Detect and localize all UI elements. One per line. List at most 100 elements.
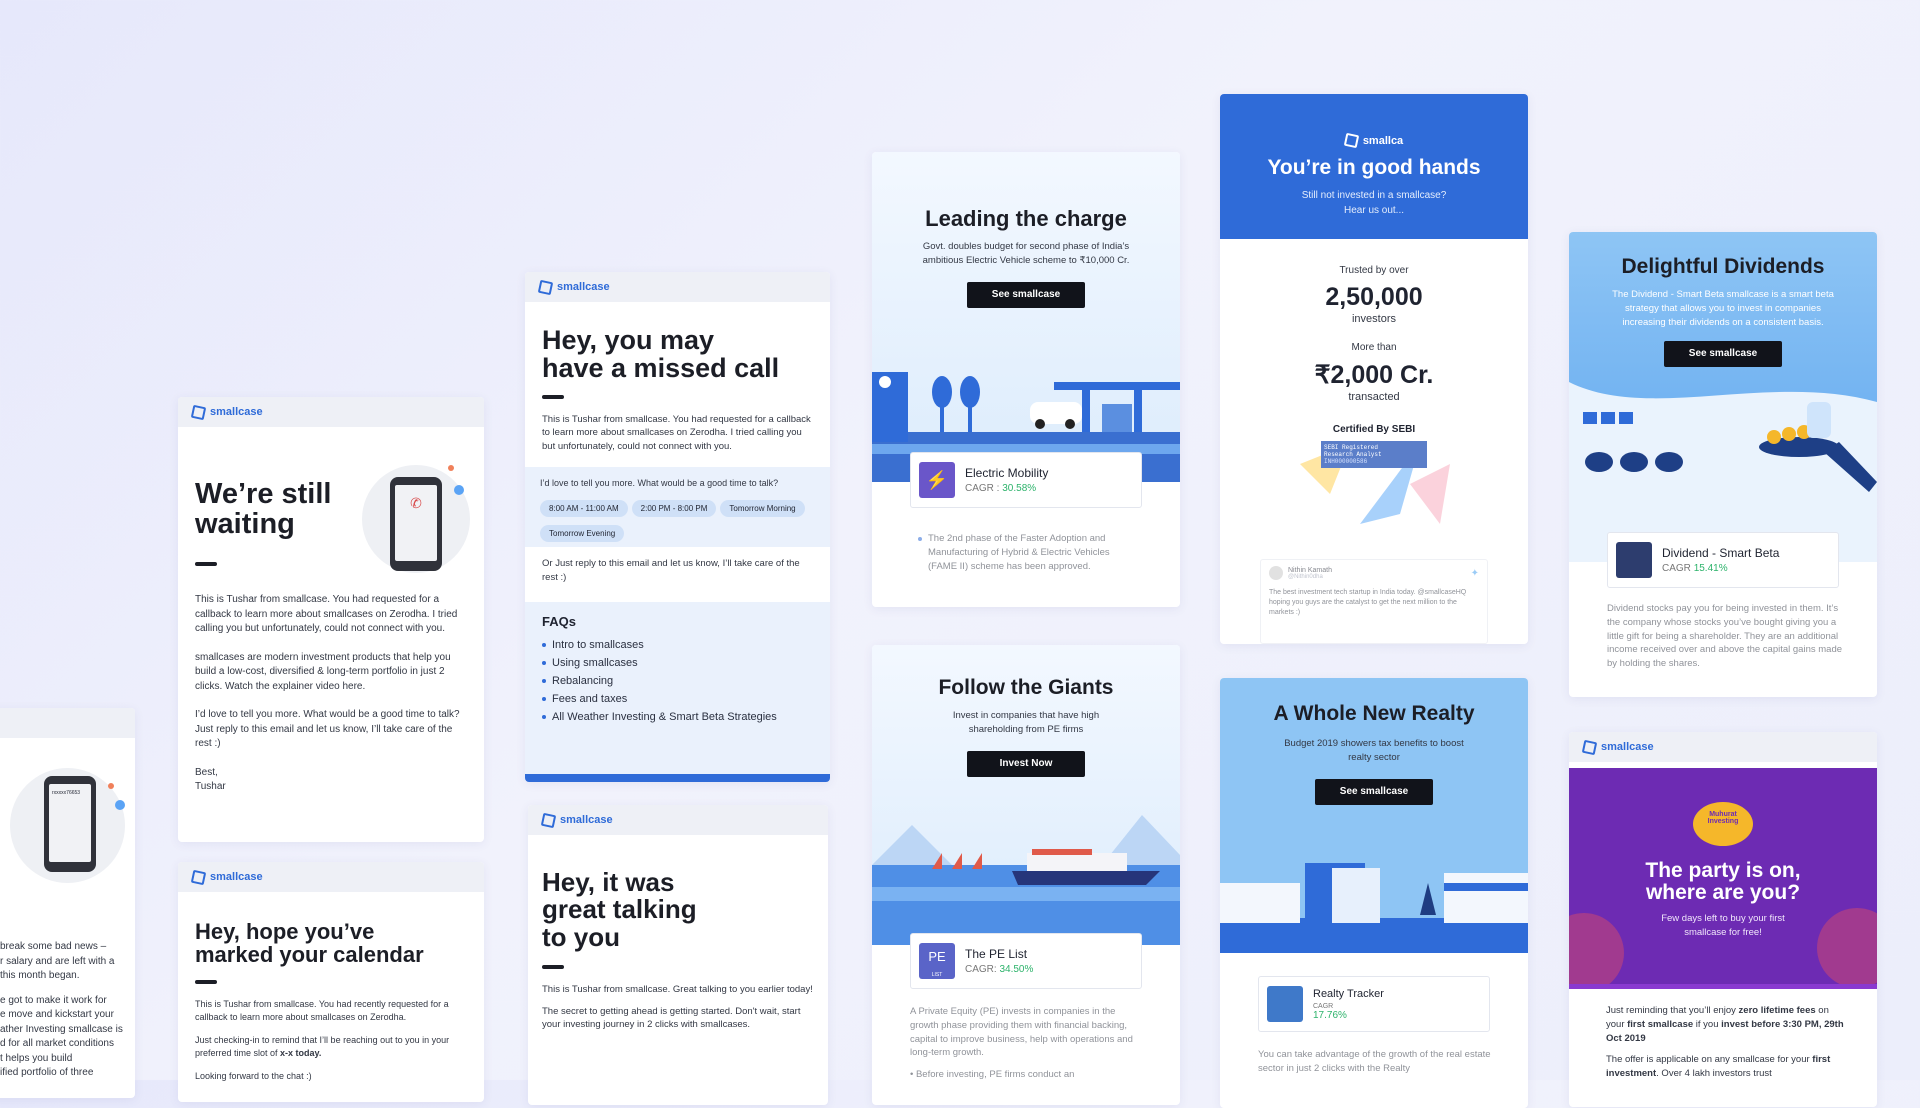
email-card-still-waiting: smallcase We’re still waiting ✆ This is T… (178, 397, 484, 842)
hero-banner: Muhurat Investing The party is on, where a… (1569, 768, 1877, 984)
faq-item[interactable]: Using smallcases (542, 657, 813, 669)
see-smallcase-button[interactable]: See smallcase (1664, 341, 1782, 368)
hero-banner: smallca You’re in good hands Still not i… (1220, 94, 1528, 239)
stat-label: investors (1351, 312, 1397, 325)
phone-illustration: rxxxxx76653 (10, 768, 125, 883)
email-card-electric-mobility: Leading the charge Govt. doubles budget … (872, 152, 1180, 607)
dividend-thumbnail (1616, 542, 1652, 578)
email-paragraph: Just checking-in to remind that I’ll be … (195, 1035, 450, 1059)
faq-item[interactable]: All Weather Investing & Smart Beta Strat… (542, 711, 813, 723)
email-paragraph: This is Tushar from smallcase. Great tal… (542, 983, 813, 995)
body-text: You can take advantage of the growth of … (1258, 1049, 1491, 1074)
product-name: Dividend - Smart Beta (1662, 546, 1780, 560)
city-illustration (1220, 863, 1528, 953)
muhurat-badge: Muhurat Investing (1693, 802, 1753, 846)
tweet-card: Nithin Kamath @Nithin0dha ✦ The best inve… (1260, 559, 1488, 644)
faq-item[interactable]: Fees and taxes (542, 693, 813, 705)
smallcase-logo: smallcase (190, 404, 263, 420)
avatar (1269, 566, 1283, 580)
email-paragraph: Just reminding that you’ll enjoy zero li… (1606, 1005, 1844, 1044)
hero-banner: A Whole New Realty Budget 2019 showers t… (1220, 678, 1528, 953)
accent-circle (1817, 908, 1877, 984)
logo-icon (190, 869, 207, 885)
ship-illustration (872, 815, 1180, 945)
card-header: smallcase (528, 805, 828, 835)
email-title: You’re in good hands (1267, 156, 1481, 179)
email-card-good-hands: smallca You’re in good hands Still not i… (1220, 94, 1528, 644)
stat-label: transacted (1348, 390, 1400, 403)
faq-title: FAQs (542, 614, 576, 629)
realty-thumbnail (1267, 986, 1303, 1022)
phone-icon: ✆ (390, 477, 442, 571)
hero-subtitle: The Dividend - Smart Beta smallcase is a… (1612, 289, 1834, 328)
email-title: Hey, you may have a missed call (542, 325, 780, 384)
bolt-icon: ⚡ (919, 462, 955, 498)
see-smallcase-button[interactable]: See smallcase (1315, 778, 1433, 805)
accent-dot (115, 800, 125, 810)
email-card-missed-call: smallcase Hey, you may have a missed call… (525, 272, 830, 782)
certified-label: Certified By SEBI (1332, 424, 1416, 435)
product-name: The PE List (965, 947, 1028, 961)
email-card-pe-list: Follow the Giants Invest in companies th… (872, 645, 1180, 1105)
smallcase-product-card[interactable]: PE LIST The PE List CAGR: 34.50% (910, 933, 1142, 989)
time-slot-pill[interactable]: 2:00 PM - 8:00 PM (631, 500, 717, 518)
tweet-text: The best investment tech startup in Indi… (1269, 589, 1467, 617)
hero-subtitle: Budget 2019 showers tax benefits to boos… (1284, 738, 1464, 763)
body-line: this month began. (0, 970, 80, 981)
faq-item[interactable]: Intro to smallcases (542, 639, 813, 651)
email-card-realty: A Whole New Realty Budget 2019 showers t… (1220, 678, 1528, 1108)
accent-dot (454, 485, 464, 495)
email-title: The party is on, where are you? (1645, 859, 1801, 905)
card-header: smallcase (1569, 732, 1877, 762)
title-underline (195, 561, 217, 566)
email-title: Leading the charge (925, 206, 1127, 231)
email-title: Hey, it was great talking to you (542, 867, 697, 952)
hero-banner: Leading the charge Govt. doubles budget … (872, 152, 1180, 482)
time-slot-pill[interactable]: Tomorrow Evening (540, 525, 625, 543)
product-cagr: 17.76% (1313, 1009, 1347, 1021)
email-paragraph: Or Just reply to this email and let us k… (542, 558, 800, 583)
smallcase-logo: smallcase (537, 279, 610, 295)
body-text: Dividend stocks pay you for being invest… (1607, 603, 1843, 670)
hero-subtitle: Invest in companies that have high share… (952, 710, 1100, 735)
stat-label: More than (1351, 342, 1397, 354)
phone-icon: rxxxxx76653 (44, 776, 96, 872)
see-smallcase-button[interactable]: See smallcase (967, 281, 1085, 308)
smallcase-product-card[interactable]: ⚡ Electric Mobility CAGR : 30.58% (910, 452, 1142, 508)
hero-banner: Delightful Dividends The Dividend - Smar… (1569, 232, 1877, 562)
invest-now-button[interactable]: Invest Now (967, 750, 1085, 777)
email-paragraph: I’d love to tell you more. What would be… (195, 709, 460, 749)
stat-amount: ₹2,000 Cr. (1314, 360, 1434, 389)
smallcase-product-card[interactable]: Realty Tracker CAGR 17.76% (1258, 976, 1490, 1032)
sebi-badge: Certified By SEBI SEBI Registered Researc… (1290, 424, 1458, 534)
product-name: Realty Tracker (1313, 987, 1384, 1000)
card-header: smallcase (525, 272, 830, 302)
hero-subtitle: Still not invested in a smallcase? Hear u… (1301, 190, 1447, 216)
phone-illustration: ✆ (362, 465, 470, 573)
logo-icon (540, 812, 557, 828)
card-header: smallcase (178, 862, 484, 892)
time-slot-pill[interactable]: Tomorrow Morning (720, 500, 805, 518)
accent-dot (108, 783, 114, 789)
time-slot-pill[interactable]: 8:00 AM - 11:00 AM (540, 500, 628, 518)
email-paragraph: The offer is applicable on any smallcase… (1606, 1054, 1831, 1080)
twitter-icon: ✦ (1470, 567, 1479, 579)
sebi-icon: SEBI Registered Research Analyst INH000000… (1321, 441, 1427, 468)
smallcase-product-card[interactable]: Dividend - Smart Beta CAGR 15.41% (1607, 532, 1839, 588)
email-title: A Whole New Realty (1273, 702, 1475, 725)
logo-icon (1581, 739, 1598, 755)
faq-item[interactable]: Rebalancing (542, 675, 813, 687)
card-header (0, 708, 135, 738)
body-line: break some bad news – (0, 941, 107, 952)
body-line: e move and kickstart your (0, 1009, 114, 1020)
footer-bar (525, 774, 830, 782)
logo-icon (190, 404, 207, 420)
product-cagr: CAGR : 30.58% (965, 483, 1037, 494)
smallcase-logo: smallcase (540, 812, 613, 828)
email-card-bad-news: rxxxxx76653 break some bad news – r sala… (0, 708, 135, 1098)
hero-subtitle: Govt. doubles budget for second phase of… (922, 241, 1130, 266)
email-title: Hey, hope you’ve marked your calendar (195, 919, 424, 968)
email-card-muhurat: smallcase Muhurat Investing The party is … (1569, 732, 1877, 1107)
logo-icon (537, 279, 554, 295)
email-title: Follow the Giants (938, 676, 1114, 699)
